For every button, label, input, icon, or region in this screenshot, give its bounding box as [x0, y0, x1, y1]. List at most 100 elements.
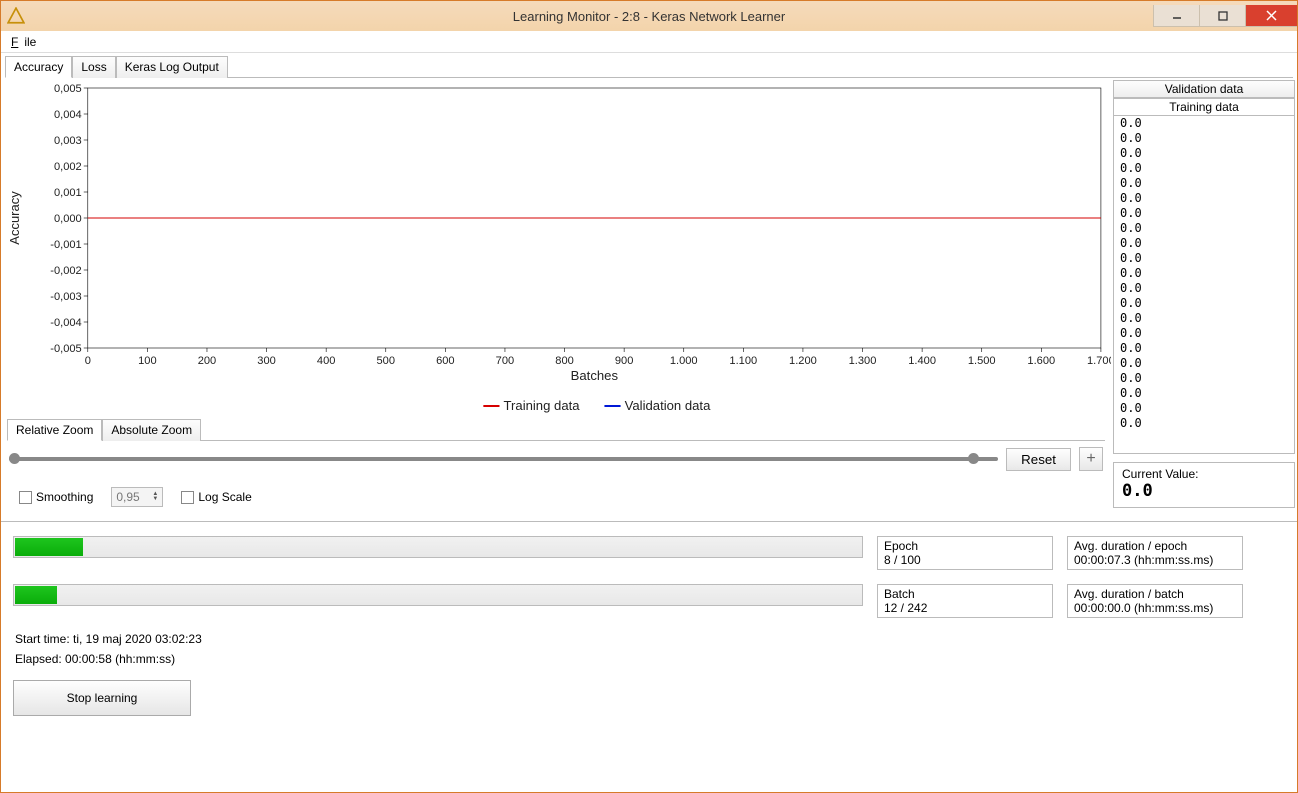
svg-text:1.300: 1.300 — [849, 355, 877, 367]
smoothing-checkbox[interactable]: Smoothing — [19, 490, 93, 504]
data-list-item: 0.0 — [1120, 386, 1288, 401]
batch-progress-fill — [15, 586, 57, 604]
data-list-item: 0.0 — [1120, 281, 1288, 296]
epoch-progress-bar — [13, 536, 863, 558]
close-button[interactable] — [1245, 5, 1297, 27]
batch-value: 12 / 242 — [884, 601, 1046, 615]
data-list-item: 0.0 — [1120, 176, 1288, 191]
svg-text:0,002: 0,002 — [54, 161, 82, 173]
batch-info: Batch 12 / 242 — [877, 584, 1053, 618]
plot-area: -0,005-0,004-0,003-0,002-0,0010,0000,001… — [7, 83, 1111, 413]
tab-accuracy[interactable]: Accuracy — [5, 56, 72, 78]
smoothing-value: 0,95 — [116, 490, 139, 504]
spinner-arrows-icon: ▲▼ — [152, 492, 158, 502]
tab-keras-log[interactable]: Keras Log Output — [116, 56, 228, 78]
svg-text:800: 800 — [555, 355, 574, 367]
maximize-button[interactable] — [1199, 5, 1245, 27]
data-list-item: 0.0 — [1120, 146, 1288, 161]
avg-epoch-value: 00:00:07.3 (hh:mm:ss.ms) — [1074, 553, 1236, 567]
menu-file[interactable]: File — [5, 33, 48, 51]
app-window: Learning Monitor - 2:8 - Keras Network L… — [0, 0, 1298, 793]
data-list-item: 0.0 — [1120, 416, 1288, 431]
svg-text:1.700: 1.700 — [1087, 355, 1111, 367]
data-values-list[interactable]: 0.00.00.00.00.00.00.00.00.00.00.00.00.00… — [1113, 116, 1295, 454]
svg-text:0: 0 — [85, 355, 91, 367]
reset-zoom-button[interactable]: Reset — [1006, 448, 1071, 471]
data-list-item: 0.0 — [1120, 326, 1288, 341]
data-list-item: 0.0 — [1120, 116, 1288, 131]
svg-text:-0,004: -0,004 — [50, 317, 81, 329]
tab-loss[interactable]: Loss — [72, 56, 115, 78]
zoom-slider[interactable] — [9, 456, 998, 462]
avg-batch-info: Avg. duration / batch 00:00:00.0 (hh:mm:… — [1067, 584, 1243, 618]
svg-text:1.500: 1.500 — [968, 355, 996, 367]
current-value-label: Current Value: — [1122, 467, 1286, 481]
svg-text:1.200: 1.200 — [789, 355, 817, 367]
data-list-item: 0.0 — [1120, 236, 1288, 251]
svg-text:1.100: 1.100 — [729, 355, 757, 367]
zoom-slider-thumb-left[interactable] — [9, 453, 20, 464]
smoothing-spinner[interactable]: 0,95 ▲▼ — [111, 487, 163, 507]
smoothing-label: Smoothing — [36, 490, 93, 504]
svg-text:1.400: 1.400 — [908, 355, 936, 367]
minimize-button[interactable] — [1153, 5, 1199, 27]
data-list-item: 0.0 — [1120, 251, 1288, 266]
epoch-info: Epoch 8 / 100 — [877, 536, 1053, 570]
svg-text:Accuracy: Accuracy — [7, 191, 22, 245]
epoch-label: Epoch — [884, 539, 1046, 553]
svg-text:0,005: 0,005 — [54, 83, 82, 95]
data-list-item: 0.0 — [1120, 341, 1288, 356]
data-list-item: 0.0 — [1120, 131, 1288, 146]
side-tab-validation[interactable]: Validation data — [1113, 80, 1295, 98]
data-list-item: 0.0 — [1120, 296, 1288, 311]
accuracy-chart: -0,005-0,004-0,003-0,002-0,0010,0000,001… — [1, 78, 1111, 418]
svg-text:0,004: 0,004 — [54, 109, 82, 121]
svg-text:-0,003: -0,003 — [50, 291, 81, 303]
tab-relative-zoom[interactable]: Relative Zoom — [7, 419, 102, 441]
zoom-tabs: Relative Zoom Absolute Zoom — [7, 418, 1105, 441]
zoom-slider-thumb-right[interactable] — [968, 453, 979, 464]
expand-button[interactable]: + — [1079, 447, 1103, 471]
avg-epoch-info: Avg. duration / epoch 00:00:07.3 (hh:mm:… — [1067, 536, 1243, 570]
data-list-item: 0.0 — [1120, 356, 1288, 371]
svg-text:-0,005: -0,005 — [50, 343, 81, 355]
data-list-item: 0.0 — [1120, 266, 1288, 281]
menubar: File — [1, 31, 1297, 53]
avg-batch-value: 00:00:00.0 (hh:mm:ss.ms) — [1074, 601, 1236, 615]
svg-text:700: 700 — [496, 355, 515, 367]
elapsed-time: Elapsed: 00:00:58 (hh:mm:ss) — [13, 652, 1285, 666]
data-list-item: 0.0 — [1120, 191, 1288, 206]
data-list-item: 0.0 — [1120, 401, 1288, 416]
svg-text:500: 500 — [377, 355, 396, 367]
svg-text:0,003: 0,003 — [54, 135, 82, 147]
svg-text:300: 300 — [257, 355, 276, 367]
svg-text:900: 900 — [615, 355, 634, 367]
logscale-checkbox[interactable]: Log Scale — [181, 490, 251, 504]
stop-learning-button[interactable]: Stop learning — [13, 680, 191, 716]
app-icon — [7, 7, 25, 25]
epoch-progress-fill — [15, 538, 83, 556]
epoch-value: 8 / 100 — [884, 553, 1046, 567]
titlebar: Learning Monitor - 2:8 - Keras Network L… — [1, 1, 1297, 31]
svg-text:100: 100 — [138, 355, 157, 367]
logscale-label: Log Scale — [198, 490, 251, 504]
tab-absolute-zoom[interactable]: Absolute Zoom — [102, 419, 201, 441]
svg-text:-0,001: -0,001 — [50, 239, 81, 251]
data-list-item: 0.0 — [1120, 206, 1288, 221]
avg-batch-label: Avg. duration / batch — [1074, 587, 1236, 601]
data-list-item: 0.0 — [1120, 311, 1288, 326]
batch-label: Batch — [884, 587, 1046, 601]
batch-progress-bar — [13, 584, 863, 606]
svg-text:0,001: 0,001 — [54, 187, 82, 199]
data-list-item: 0.0 — [1120, 371, 1288, 386]
data-list-item: 0.0 — [1120, 221, 1288, 236]
current-value: 0.0 — [1122, 481, 1286, 501]
svg-text:-0,002: -0,002 — [50, 265, 81, 277]
side-tab-training[interactable]: Training data — [1113, 98, 1295, 116]
svg-text:1.000: 1.000 — [670, 355, 698, 367]
svg-text:1.600: 1.600 — [1027, 355, 1055, 367]
svg-text:Validation data: Validation data — [625, 398, 711, 413]
status-area: Epoch 8 / 100 Avg. duration / epoch 00:0… — [1, 521, 1297, 730]
avg-epoch-label: Avg. duration / epoch — [1074, 539, 1236, 553]
svg-text:200: 200 — [198, 355, 217, 367]
